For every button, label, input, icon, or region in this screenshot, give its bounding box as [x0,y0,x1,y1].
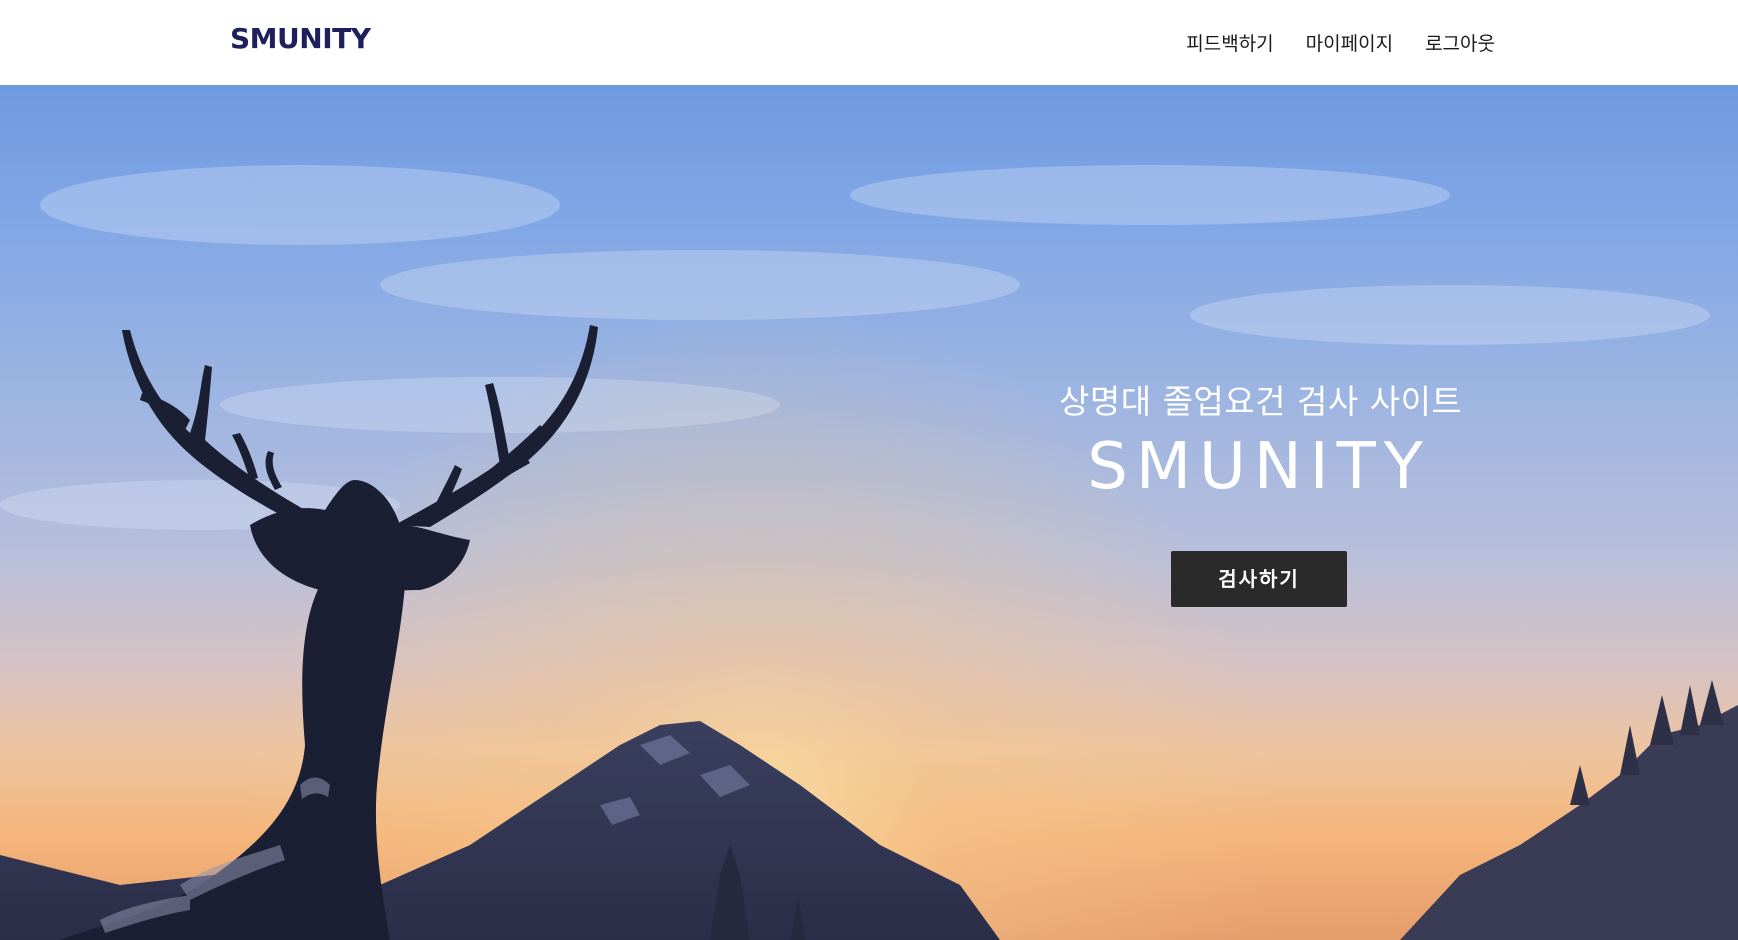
hero-background-image [0,85,1738,940]
nav-links: 피드백하기 마이페이지 로그아웃 [1186,29,1495,56]
hero-subtitle: 상명대 졸업요건 검사 사이트 [1059,382,1463,421]
nav-link-mypage[interactable]: 마이페이지 [1306,29,1393,56]
hero-title: SMUNITY [1087,430,1431,504]
navbar: SMUNITY 피드백하기 마이페이지 로그아웃 [0,0,1738,85]
hero-banner: 상명대 졸업요건 검사 사이트 SMUNITY 검사하기 [0,85,1738,940]
nav-link-logout[interactable]: 로그아웃 [1425,29,1495,56]
site-logo[interactable]: SMUNITY [230,22,371,55]
check-requirements-button[interactable]: 검사하기 [1171,551,1347,607]
nav-link-feedback[interactable]: 피드백하기 [1186,29,1273,56]
